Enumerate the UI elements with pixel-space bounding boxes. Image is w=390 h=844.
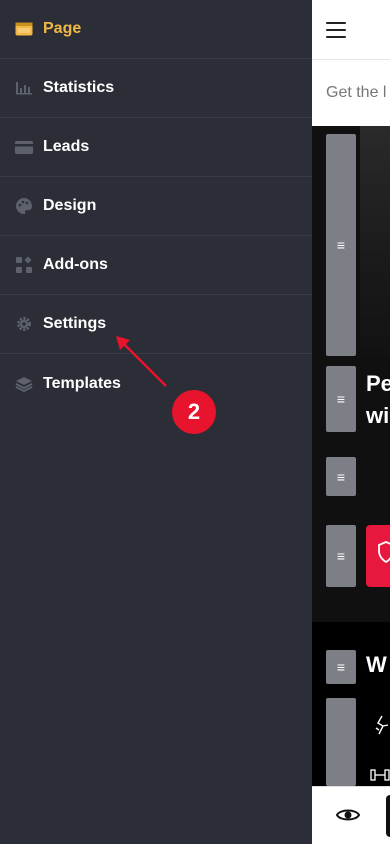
grid-plus-icon bbox=[15, 256, 33, 274]
sidebar-item-settings[interactable]: Settings bbox=[0, 295, 312, 354]
credit-card-icon bbox=[15, 138, 33, 156]
drag-handle[interactable] bbox=[326, 698, 356, 786]
hero-heading-line2: wi bbox=[366, 403, 390, 428]
sidebar-item-statistics[interactable]: Statistics bbox=[0, 59, 312, 118]
drag-handle[interactable]: ≡ bbox=[326, 366, 356, 432]
page-preview: Get the l ≡ ≡ Pe wi ≡ ≡ ≡ W bbox=[312, 0, 390, 844]
features-section: ≡ W bbox=[312, 622, 390, 786]
drag-handle[interactable]: ≡ bbox=[326, 525, 356, 587]
sidebar: Page Statistics Leads Design Add-ons Set… bbox=[0, 0, 312, 844]
sidebar-item-label: Settings bbox=[43, 315, 107, 332]
bottom-action-button[interactable] bbox=[386, 795, 390, 837]
palette-icon bbox=[15, 197, 33, 215]
sidebar-item-label: Add-ons bbox=[43, 256, 108, 273]
hamburger-menu-icon[interactable] bbox=[326, 21, 346, 38]
eye-icon[interactable] bbox=[336, 807, 360, 823]
sidebar-item-add-ons[interactable]: Add-ons bbox=[0, 236, 312, 295]
bar-chart-icon bbox=[15, 79, 33, 97]
preview-topbar bbox=[312, 0, 390, 60]
hero-section: ≡ ≡ Pe wi ≡ ≡ bbox=[312, 126, 390, 622]
page-window-icon bbox=[15, 20, 33, 38]
running-figure-icon bbox=[375, 715, 389, 735]
hero-image bbox=[360, 126, 390, 356]
subbar-text: Get the l bbox=[326, 84, 387, 101]
layers-icon bbox=[15, 375, 33, 393]
preview-subbar: Get the l bbox=[312, 60, 390, 126]
gear-icon bbox=[15, 315, 33, 333]
drag-handle[interactable]: ≡ bbox=[326, 457, 356, 496]
shield-icon bbox=[378, 541, 390, 563]
section-heading: W bbox=[366, 652, 387, 677]
sidebar-item-label: Page bbox=[43, 20, 82, 37]
sidebar-item-label: Statistics bbox=[43, 79, 115, 96]
sidebar-item-page[interactable]: Page bbox=[0, 0, 312, 59]
dumbbell-icon bbox=[370, 769, 390, 781]
sidebar-item-label: Templates bbox=[43, 374, 121, 392]
sidebar-item-leads[interactable]: Leads bbox=[0, 118, 312, 177]
sidebar-item-label: Leads bbox=[43, 138, 90, 155]
drag-handle[interactable]: ≡ bbox=[326, 134, 356, 356]
cta-button[interactable] bbox=[366, 525, 390, 587]
sidebar-item-design[interactable]: Design bbox=[0, 177, 312, 236]
hero-heading-line1: Pe bbox=[366, 371, 390, 396]
drag-handle[interactable]: ≡ bbox=[326, 650, 356, 684]
preview-bottombar bbox=[312, 786, 390, 844]
sidebar-item-templates[interactable]: Templates bbox=[0, 354, 312, 413]
sidebar-item-label: Design bbox=[43, 197, 97, 214]
step-marker: 2 bbox=[172, 390, 216, 434]
